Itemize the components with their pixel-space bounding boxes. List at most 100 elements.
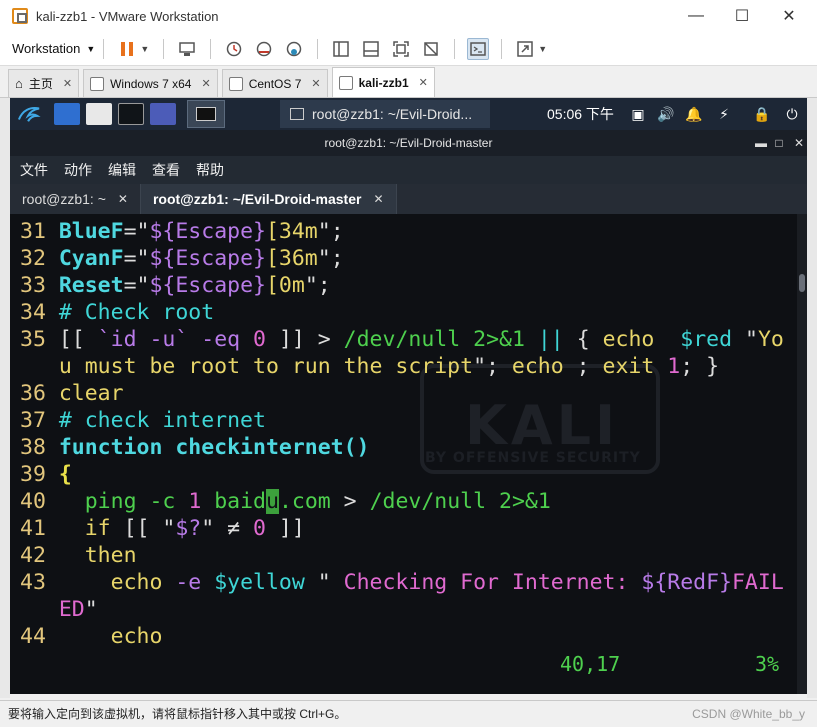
menu-file[interactable]: 文件 (20, 160, 48, 180)
code-token: ${Escape} (149, 273, 266, 298)
tab-kali[interactable]: kali-zzb1 ✕ (331, 67, 435, 97)
vim-editor-buffer[interactable]: 31 BlueF="${Escape}[34m"; 32 CyanF="${Esc… (20, 218, 784, 650)
toolbar-divider (163, 38, 165, 59)
window-title: kali-zzb1 - VMware Workstation (36, 8, 219, 24)
code-line: u must be root to run the script"; echo … (20, 353, 784, 380)
code-token: [34m (265, 219, 318, 244)
code-token: Reset (58, 273, 124, 298)
tab-windows7[interactable]: Windows 7 x64 ✕ (83, 69, 218, 97)
pause-icon[interactable] (116, 38, 138, 60)
code-token: u must be root to run the script (58, 354, 474, 379)
file-manager-icon[interactable] (86, 103, 112, 125)
vmware-app-icon (12, 8, 28, 24)
terminal-tab-evil-droid[interactable]: root@zzb1: ~/Evil-Droid-master ✕ (140, 184, 397, 214)
line-number: 40 (20, 489, 59, 514)
line-number: 38 (20, 435, 59, 460)
workspace-icon[interactable] (54, 103, 80, 125)
lock-icon[interactable]: 🔒 (752, 98, 772, 130)
unity-mode-icon[interactable] (420, 38, 442, 60)
code-token: [[ " (110, 516, 176, 541)
revert-snapshot-icon[interactable] (253, 38, 275, 60)
code-token: BlueF (58, 219, 124, 244)
tab-label: Windows 7 x64 (110, 76, 192, 91)
menu-help[interactable]: 帮助 (196, 160, 224, 180)
view-dropdown-icon[interactable]: ▼ (538, 44, 547, 54)
volume-icon[interactable]: 🔊 (656, 98, 676, 130)
close-tab-icon[interactable]: ✕ (373, 192, 383, 206)
send-ctrl-alt-del-icon[interactable] (176, 38, 198, 60)
browser-launcher-icon[interactable] (150, 103, 176, 125)
tab-home[interactable]: ⌂ 主页 ✕ (8, 69, 80, 97)
close-tab-icon[interactable]: ✕ (419, 76, 428, 89)
close-tab-icon[interactable]: ✕ (201, 77, 210, 90)
code-token: if (84, 516, 111, 541)
terminal-launcher-icon[interactable] (118, 103, 144, 125)
power-dropdown-icon[interactable]: ▼ (140, 44, 149, 54)
vm-icon (338, 75, 353, 90)
csdn-watermark: CSDN @White_bb_y (692, 707, 805, 721)
vmware-window: kali-zzb1 - VMware Workstation — ☐ ✕ Wor… (0, 0, 817, 727)
code-line: ED" (20, 596, 784, 623)
code-token: 0 (253, 516, 266, 541)
code-line: 31 BlueF="${Escape}[34m"; (20, 218, 784, 245)
left-edge (0, 98, 10, 698)
chevron-down-icon: ▼ (86, 43, 96, 54)
code-token: /dev/null (369, 489, 487, 514)
code-line: 41 if [[ "$?" ≠ 0 ]] (20, 515, 784, 542)
code-token: # check internet (58, 408, 266, 433)
taskbar-window-button[interactable]: root@zzb1: ~/Evil-Droid... (280, 100, 490, 128)
tab-label: 主页 (28, 77, 53, 91)
panel-clock[interactable]: 05:06 下午 (547, 98, 614, 130)
code-token: FAIL (731, 570, 784, 595)
menu-view[interactable]: 查看 (152, 160, 180, 180)
menu-actions[interactable]: 动作 (64, 160, 92, 180)
active-terminal-icon[interactable] (187, 100, 225, 128)
power-manager-icon[interactable]: ⚡ (714, 98, 734, 130)
maximize-button[interactable]: ☐ (719, 0, 765, 32)
terminal-tab-bar: root@zzb1: ~ ✕ root@zzb1: ~/Evil-Droid-m… (10, 184, 807, 214)
code-token: 1 (667, 354, 681, 379)
tab-centos7[interactable]: CentOS 7 ✕ (221, 69, 328, 97)
power-icon[interactable]: ⏻ (782, 98, 802, 130)
code-token: $? (175, 516, 202, 541)
code-token: clear (58, 381, 124, 406)
terminal-close-button[interactable]: ✕ (788, 130, 810, 156)
terminal-maximize-button[interactable]: □ (768, 130, 790, 156)
close-tab-icon[interactable]: ✕ (63, 77, 72, 90)
text-cursor: u (266, 489, 279, 514)
workstation-menu[interactable]: Workstation ▼ (12, 41, 95, 56)
menu-edit[interactable]: 编辑 (108, 160, 136, 180)
fullscreen-icon[interactable] (390, 38, 412, 60)
scrollbar-thumb[interactable] (799, 274, 805, 292)
terminal-tab-home[interactable]: root@zzb1: ~ ✕ (10, 184, 141, 214)
stretch-view-icon[interactable] (514, 38, 536, 60)
code-token: ${Escape} (149, 246, 266, 271)
vm-icon (90, 76, 105, 91)
close-button[interactable]: ✕ (766, 0, 812, 32)
notification-bell-icon[interactable]: 🔔 (684, 98, 704, 130)
code-token: { (58, 462, 72, 487)
minimize-button[interactable]: — (673, 0, 719, 32)
console-view-icon[interactable] (467, 37, 490, 60)
code-token: echo (110, 570, 163, 595)
terminal-scrollbar[interactable] (797, 214, 807, 694)
sidebar-toggle-icon[interactable] (330, 38, 352, 60)
terminal-tab-label: root@zzb1: ~ (22, 191, 106, 207)
terminal-body[interactable]: KALI BY OFFENSIVE SECURITY 31 BlueF="${E… (10, 214, 807, 694)
kali-menu-icon[interactable] (14, 100, 44, 128)
code-token: ; (563, 354, 603, 379)
snapshot-manager-icon[interactable] (283, 38, 305, 60)
vim-statusline: 40,17 3% (10, 650, 807, 677)
display-icon[interactable]: ▣ (628, 98, 648, 130)
code-line: 38 function checkinternet() (20, 434, 784, 461)
close-tab-icon[interactable]: ✕ (311, 77, 320, 90)
snapshot-icon[interactable] (223, 38, 245, 60)
thumbnail-bar-icon[interactable] (360, 38, 382, 60)
close-tab-icon[interactable]: ✕ (118, 192, 128, 206)
